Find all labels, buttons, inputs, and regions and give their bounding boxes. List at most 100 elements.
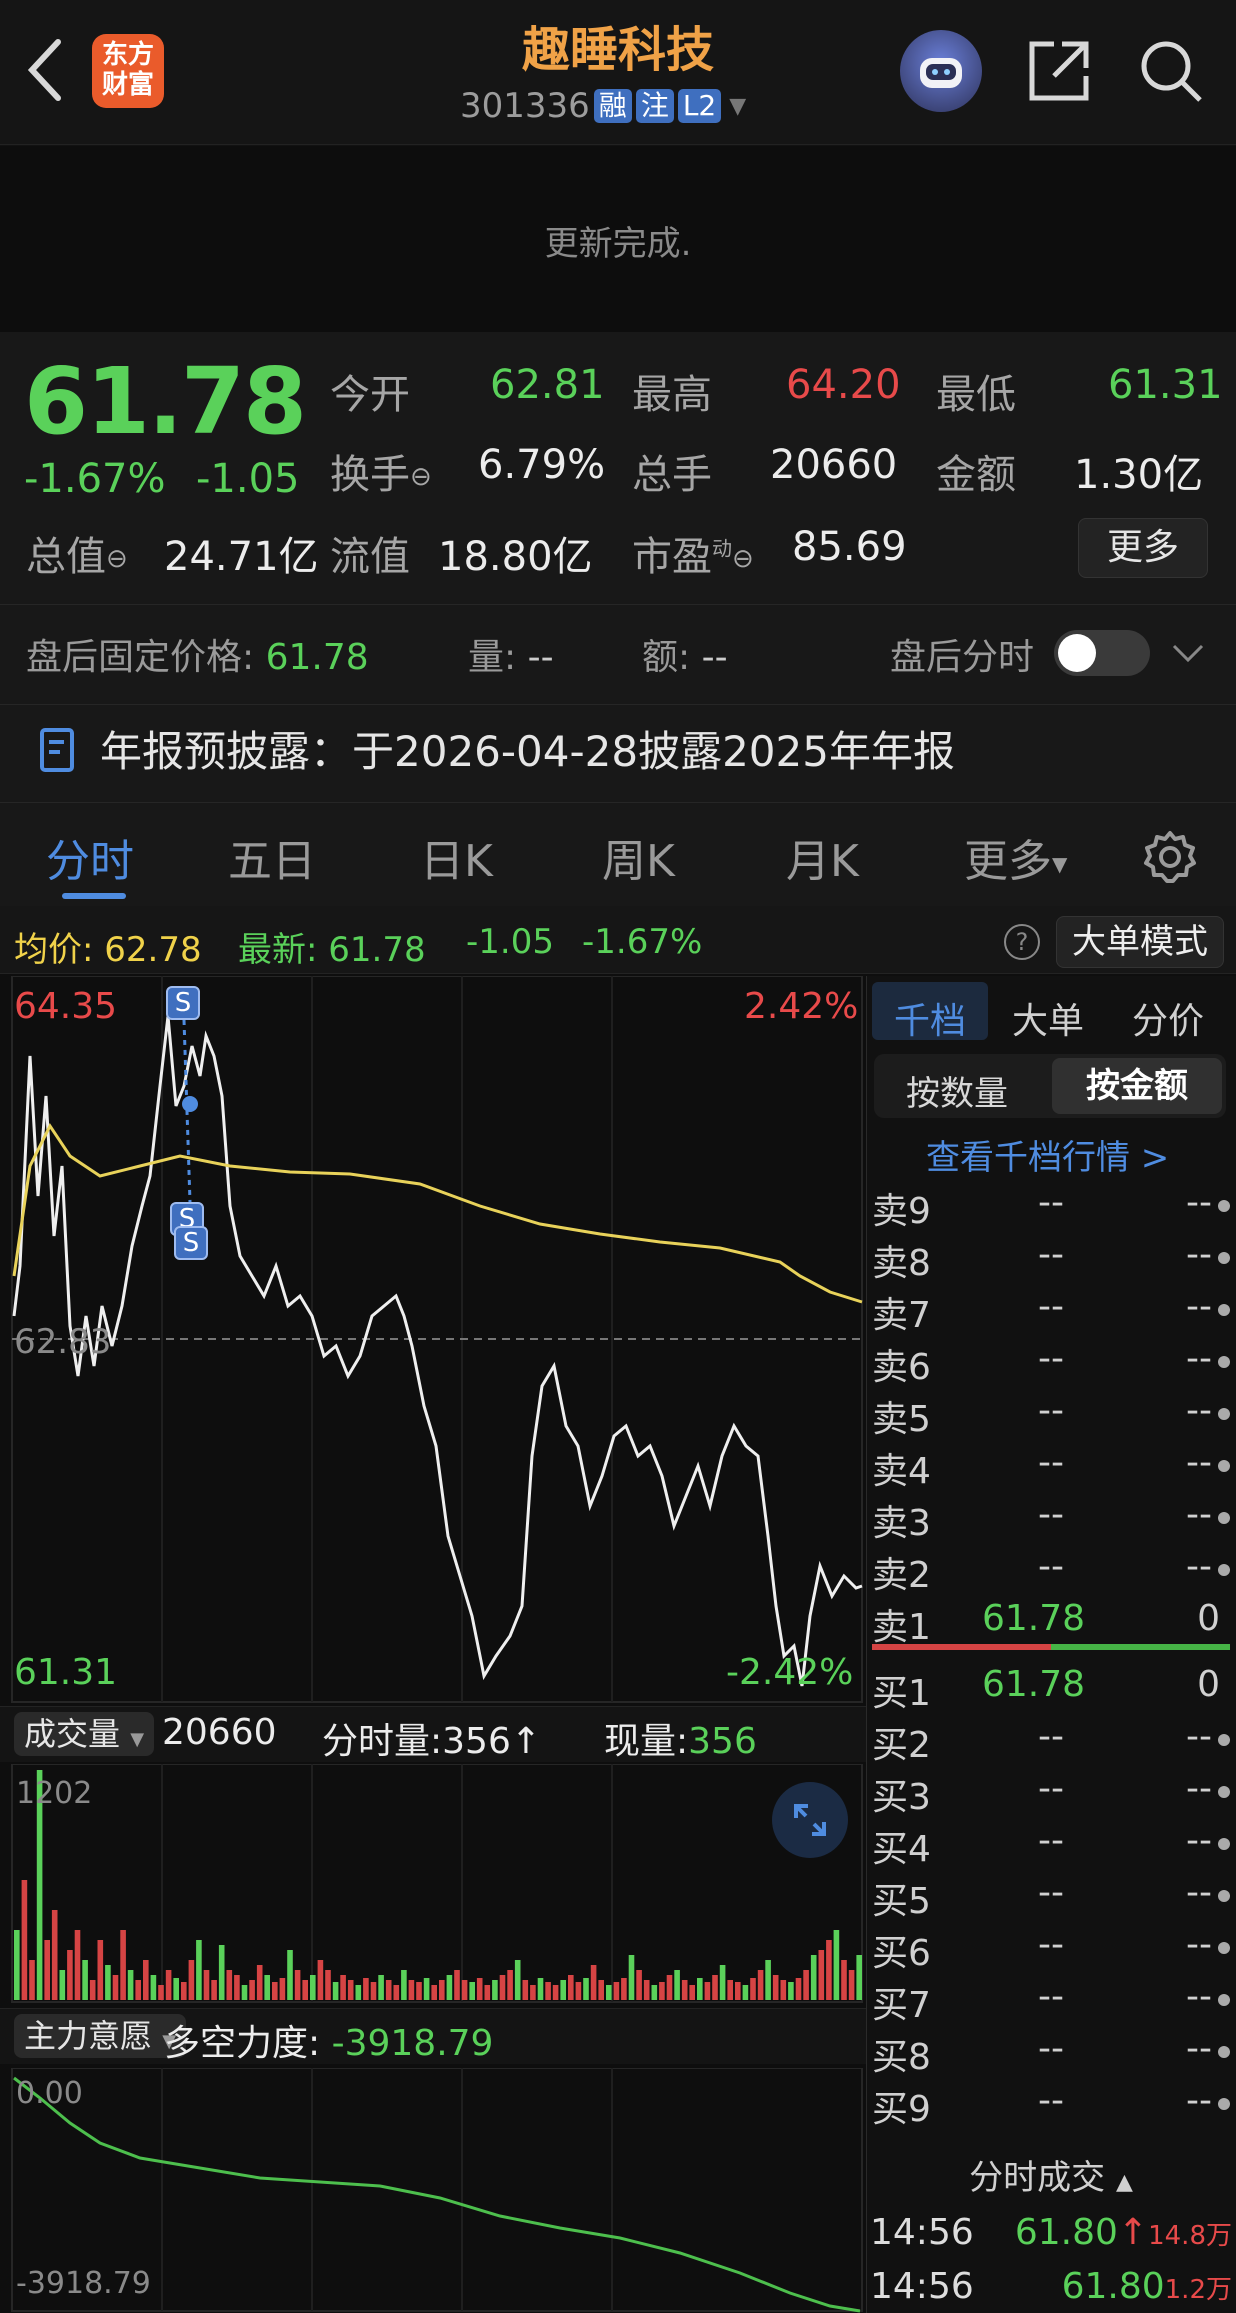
level-qty: -- bbox=[1186, 1442, 1212, 1483]
level-label: 卖4 bbox=[872, 1451, 931, 1492]
toggle-by-amount[interactable]: 按金额 bbox=[1052, 1058, 1222, 1114]
volume-bar bbox=[370, 1982, 377, 2000]
volume-bar bbox=[256, 1965, 263, 2000]
volume-bar bbox=[120, 1930, 126, 2000]
level-qty: -- bbox=[1186, 1976, 1212, 2017]
level-qty: -- bbox=[1186, 1546, 1212, 1587]
bid-row: 买2 -- -- bbox=[870, 1716, 1232, 1766]
level-label: 买8 bbox=[872, 2037, 931, 2078]
volume-bar bbox=[522, 1980, 529, 2000]
bid-row: 买6 -- -- bbox=[870, 1924, 1232, 1974]
volume-bar bbox=[165, 1970, 172, 2000]
current-price: 61.78 bbox=[24, 348, 307, 455]
volume-bar bbox=[218, 1945, 225, 2000]
force-value: 多空力度: -3918.79 bbox=[164, 2023, 494, 2064]
trades-header[interactable]: 分时成交 ▲ bbox=[866, 2150, 1236, 2199]
orderbook-tab-price[interactable]: 分价 bbox=[1132, 992, 1204, 1044]
volume-bar bbox=[317, 1960, 324, 2000]
volume-bar bbox=[545, 1982, 551, 2000]
volume-bar bbox=[568, 1975, 574, 2000]
dot-icon bbox=[1218, 1356, 1230, 1368]
expand-arrows-icon[interactable] bbox=[772, 1782, 848, 1858]
volume-bar bbox=[150, 1975, 157, 2000]
dot-icon bbox=[1218, 1994, 1230, 2006]
level-price: -- bbox=[1038, 1820, 1064, 1861]
dot-icon bbox=[1218, 1512, 1230, 1524]
volume-bar bbox=[378, 1975, 384, 2000]
volume-bar bbox=[294, 1970, 301, 2000]
afterhours-timeshare-label: 盘后分时 bbox=[890, 637, 1035, 678]
tab-five-day[interactable]: 五日 bbox=[228, 825, 316, 889]
level-price: -- bbox=[1038, 1286, 1064, 1327]
trade-time: 14:56 bbox=[870, 2212, 974, 2253]
robot-avatar-icon[interactable] bbox=[900, 30, 982, 112]
tab-more[interactable]: 更多▼ bbox=[964, 825, 1067, 889]
afterhours-amount: 额: -- bbox=[642, 637, 728, 678]
info-icon[interactable]: ⊖ bbox=[732, 544, 754, 574]
volume-value: 20660 bbox=[770, 442, 898, 488]
volume-bar bbox=[803, 1970, 809, 2000]
level-label: 买6 bbox=[872, 1933, 931, 1974]
share-icon[interactable] bbox=[1024, 36, 1094, 106]
trade-time: 14:56 bbox=[870, 2266, 974, 2307]
more-button[interactable]: 更多 bbox=[1078, 518, 1208, 578]
big-order-mode-button[interactable]: 大单模式 bbox=[1056, 916, 1224, 968]
volume-bar bbox=[234, 1975, 240, 2000]
tab-daily-k[interactable]: 日K bbox=[420, 825, 493, 889]
volume-bar bbox=[712, 1975, 718, 2000]
force-selector[interactable]: 主力意愿 ▼ bbox=[14, 2014, 187, 2058]
orderbook-tab-big[interactable]: 大单 bbox=[1012, 992, 1084, 1044]
dot-icon bbox=[1218, 2098, 1230, 2110]
volume-selector[interactable]: 成交量 ▼ bbox=[14, 1712, 155, 1756]
level-price: -- bbox=[1038, 1182, 1064, 1223]
trade-price: 61.80 bbox=[1014, 2212, 1118, 2253]
minute-volume: 分时量:356↑ bbox=[322, 1721, 542, 1762]
chevron-down-icon[interactable]: ▼ bbox=[729, 94, 746, 119]
search-icon[interactable] bbox=[1136, 36, 1206, 106]
level-price: -- bbox=[1038, 1716, 1064, 1757]
stock-title: 趣睡科技 bbox=[521, 22, 714, 78]
bid-row: 买8 -- -- bbox=[870, 2028, 1232, 2078]
chevron-left-icon[interactable] bbox=[20, 30, 70, 110]
volume-bar bbox=[196, 1940, 202, 2000]
level-qty: -- bbox=[1186, 1234, 1212, 1275]
divider bbox=[0, 704, 1236, 705]
depth-quote-link[interactable]: 查看千档行情 > bbox=[926, 1130, 1169, 1179]
chevron-down-icon[interactable] bbox=[1168, 638, 1208, 668]
level-price: 61.78 bbox=[982, 1664, 1086, 1705]
toggle-by-quantity[interactable]: 按数量 bbox=[906, 1066, 1008, 1115]
tab-weekly-k[interactable]: 周K bbox=[602, 825, 675, 889]
orderbook-tab-depth[interactable]: 千档 bbox=[894, 992, 966, 1044]
low-value: 61.31 bbox=[1108, 362, 1223, 408]
ask-row: 卖5 -- -- bbox=[870, 1390, 1232, 1440]
volume-bar bbox=[211, 1980, 217, 2000]
volume-bar bbox=[735, 1982, 741, 2000]
volume-bar bbox=[598, 1980, 604, 2000]
caret-down-icon: ▼ bbox=[1052, 852, 1068, 876]
ask-row: 卖6 -- -- bbox=[870, 1338, 1232, 1388]
level-qty: -- bbox=[1186, 1286, 1212, 1327]
volume-bar bbox=[750, 1978, 756, 2000]
sell-marker[interactable]: S bbox=[174, 1226, 208, 1260]
ask-row: 卖9 -- -- bbox=[870, 1182, 1232, 1232]
gear-icon[interactable] bbox=[1140, 827, 1200, 887]
info-icon[interactable]: ⊖ bbox=[106, 544, 128, 574]
level-label: 卖9 bbox=[872, 1191, 931, 1232]
app-logo[interactable]: 东方 财富 bbox=[92, 34, 164, 108]
bid-row: 买3 -- -- bbox=[870, 1768, 1232, 1818]
afterhours-toggle[interactable] bbox=[1054, 630, 1150, 676]
annual-report-notice[interactable]: 年报预披露：于2026-04-28披露2025年年报 bbox=[100, 718, 955, 779]
volume-bar bbox=[416, 1982, 422, 2000]
volume-bar bbox=[454, 1970, 460, 2000]
question-icon[interactable]: ? bbox=[1004, 924, 1040, 960]
level-label: 买7 bbox=[872, 1985, 931, 2026]
tab-monthly-k[interactable]: 月K bbox=[786, 825, 859, 889]
level-price: -- bbox=[1038, 1494, 1064, 1535]
tab-intraday[interactable]: 分时 bbox=[46, 825, 134, 889]
volume-bar bbox=[674, 1970, 680, 2000]
price-line bbox=[12, 1015, 863, 1687]
sell-marker[interactable]: S bbox=[166, 986, 200, 1020]
dot-icon bbox=[1218, 1734, 1230, 1746]
chart-tabs: 分时 五日 日K 周K 月K 更多▼ bbox=[0, 802, 1236, 906]
info-icon[interactable]: ⊖ bbox=[410, 462, 432, 492]
